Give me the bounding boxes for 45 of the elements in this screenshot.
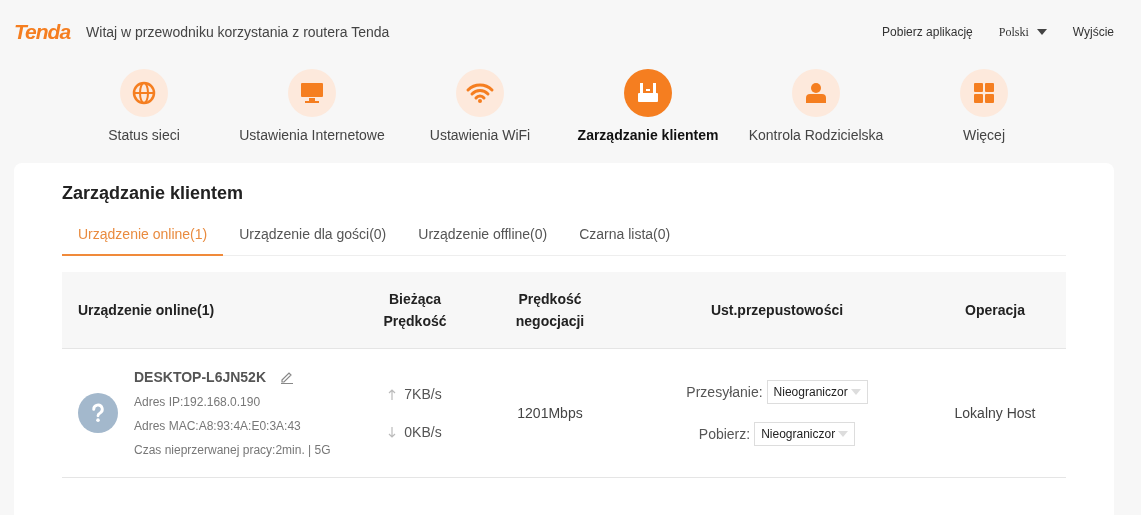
negotiated-speed: 1201Mbps — [516, 405, 584, 421]
mac-address: Adres MAC:A8:93:4A:E0:3A:43 — [134, 419, 302, 433]
language-dropdown[interactable]: Polski — [998, 24, 1047, 40]
up-arrow-icon — [388, 388, 397, 400]
welcome-text: Witaj w przewodniku korzystania z routera Tenda — [86, 24, 390, 40]
device-name: DESKTOP-L6JN52K — [134, 369, 266, 385]
ip-address: Adres IP:192.168.0.190 — [134, 395, 262, 409]
limit-label: Pobierz: — [698, 426, 751, 442]
caret-icon — [838, 431, 849, 437]
tab[interactable]: Urządzenie dla gości(0) — [223, 226, 403, 256]
operation-text: Lokalny Host — [953, 405, 1037, 421]
caret-icon — [1036, 29, 1047, 35]
column-header: Operacja — [964, 301, 1026, 320]
limit-dropdown[interactable]: Nieograniczor — [766, 380, 868, 404]
nav-item[interactable]: Status sieci — [60, 64, 228, 163]
wifi-icon — [456, 69, 504, 117]
tab[interactable]: Czarna lista(0) — [563, 226, 687, 256]
unknown-device-icon — [78, 393, 118, 433]
upload-speed: 7KB/s — [404, 386, 442, 402]
router-icon — [624, 69, 672, 117]
column-header: Prędkość negocjacji — [514, 290, 586, 331]
globe-icon — [120, 69, 168, 117]
header-link[interactable]: Wyjście — [1072, 25, 1114, 39]
header-link[interactable]: Pobierz aplikację — [882, 25, 973, 39]
nav-item[interactable]: Ustawienia WiFi — [396, 64, 564, 163]
down-arrow-icon — [388, 426, 397, 438]
grid-icon — [960, 69, 1008, 117]
tenda-logo: Tenda — [14, 20, 71, 44]
nav-item[interactable]: Kontrola Rodzicielska — [732, 64, 900, 163]
tab[interactable]: Urządzenie offline(0) — [402, 226, 564, 256]
pencil-icon[interactable] — [280, 370, 294, 384]
page-title: Zarządzanie klientem — [62, 183, 245, 204]
column-header: Bieżąca Prędkość — [382, 290, 448, 331]
person-icon — [792, 69, 840, 117]
limit-dropdown[interactable]: Nieograniczor — [754, 422, 856, 446]
uptime-text: Czas nieprzerwanej pracy:2min. | 5G — [134, 443, 331, 457]
nav-item[interactable]: Zarządzanie klientem — [564, 64, 732, 163]
column-header: Ust.przepustowości — [709, 301, 845, 320]
nav-item[interactable]: Ustawienia Internetowe — [228, 64, 396, 163]
caret-icon — [850, 389, 861, 395]
monitor-icon — [288, 69, 336, 117]
column-header: Urządzenie online(1) — [77, 301, 216, 320]
download-speed: 0KB/s — [404, 424, 442, 440]
limit-label: Przesyłanie: — [686, 384, 763, 400]
nav-item[interactable]: Więcej — [900, 64, 1068, 163]
